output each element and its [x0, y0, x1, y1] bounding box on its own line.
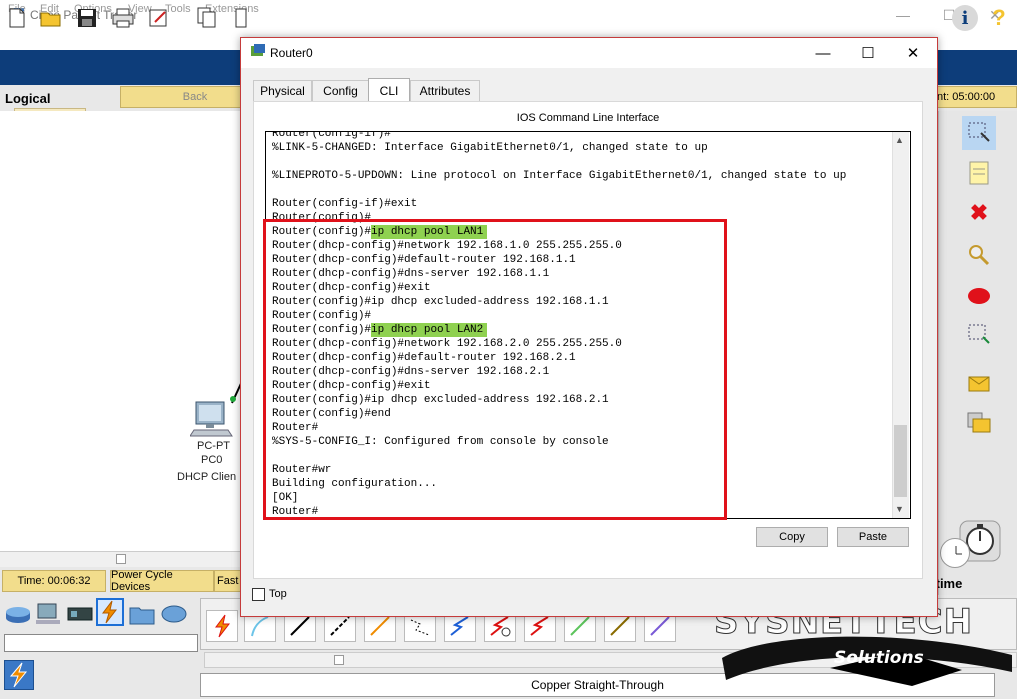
connections-icon[interactable]	[96, 598, 124, 626]
power-cycle-devices-button[interactable]: Power Cycle Devices	[110, 569, 214, 593]
device-description-label: DHCP Clien	[177, 471, 237, 483]
paste-button[interactable]: Paste	[837, 527, 909, 547]
save-icon[interactable]	[74, 5, 100, 31]
selected-connection-icon[interactable]	[4, 660, 34, 690]
automatic-connection-icon[interactable]	[206, 610, 238, 642]
scenario-clock: nt: 05:00:00	[932, 86, 1017, 108]
annotation-highlight-box	[263, 219, 727, 520]
router-window-icon	[250, 43, 266, 59]
print-icon[interactable]	[110, 5, 136, 31]
clock-icon	[940, 538, 970, 568]
paste-icon[interactable]	[228, 5, 254, 31]
minimize-icon[interactable]: —	[880, 0, 926, 30]
draw-ellipse-icon[interactable]	[962, 279, 996, 313]
copy-icon[interactable]	[194, 5, 220, 31]
select-tool-icon[interactable]	[962, 116, 996, 150]
terminal-line: Router(config-if)#exit	[272, 198, 418, 210]
simulation-time: Time: 00:06:32	[2, 570, 106, 592]
network-devices-icon[interactable]	[4, 600, 32, 628]
note-tool-icon[interactable]	[962, 156, 996, 190]
top-checkbox[interactable]	[252, 588, 265, 601]
multiuser-connection-icon[interactable]	[160, 600, 188, 628]
info-icon[interactable]: i	[952, 5, 978, 31]
terminal-scroll-thumb[interactable]	[894, 425, 907, 497]
copy-button[interactable]: Copy	[756, 527, 828, 547]
scrollbar-thumb[interactable]	[116, 554, 126, 564]
tab-cli[interactable]: CLI	[368, 78, 410, 102]
delete-tool-icon[interactable]: ✖	[962, 196, 996, 230]
resize-shape-icon[interactable]	[962, 318, 996, 352]
dialog-maximize-icon[interactable]: ☐	[845, 38, 891, 68]
tab-physical[interactable]: Physical	[253, 80, 312, 101]
top-checkbox-label: Top	[269, 588, 287, 600]
tab-attributes[interactable]: Attributes	[410, 80, 480, 101]
terminal-line: Router(config-if)#	[272, 131, 391, 140]
miscellaneous-icon[interactable]	[128, 600, 156, 628]
open-folder-icon[interactable]	[38, 5, 64, 31]
components-icon[interactable]	[66, 600, 94, 628]
device-type-label: PC-PT	[197, 440, 230, 452]
new-file-icon[interactable]	[4, 5, 30, 31]
activity-wizard-icon[interactable]	[146, 5, 172, 31]
watermark-tagline: Solutions	[834, 648, 924, 668]
dialog-title: Router0	[270, 46, 313, 60]
cable-scrollbar-thumb[interactable]	[334, 655, 344, 665]
scroll-down-icon[interactable]: ▼	[895, 504, 904, 514]
logical-view-label: Logical	[5, 91, 51, 106]
add-complex-pdu-icon[interactable]	[962, 406, 996, 440]
pc-device-icon[interactable]	[189, 400, 234, 440]
terminal-line: %LINEPROTO-5-UPDOWN: Line protocol on In…	[272, 170, 847, 182]
help-icon[interactable]: ?	[986, 5, 1012, 31]
cli-heading: IOS Command Line Interface	[516, 112, 660, 124]
tab-config[interactable]: Config	[312, 80, 369, 101]
add-simple-pdu-icon[interactable]	[962, 366, 996, 400]
terminal-line: %LINK-5-CHANGED: Interface GigabitEthern…	[272, 142, 708, 154]
dialog-close-icon[interactable]: ✕	[890, 38, 936, 68]
dialog-minimize-icon[interactable]: —	[800, 38, 846, 68]
scroll-up-icon[interactable]: ▲	[895, 135, 904, 145]
device-name-label: PC0	[201, 454, 223, 466]
end-devices-icon[interactable]	[34, 600, 62, 628]
device-search-input[interactable]	[4, 634, 198, 652]
inspect-tool-icon[interactable]	[962, 238, 996, 272]
